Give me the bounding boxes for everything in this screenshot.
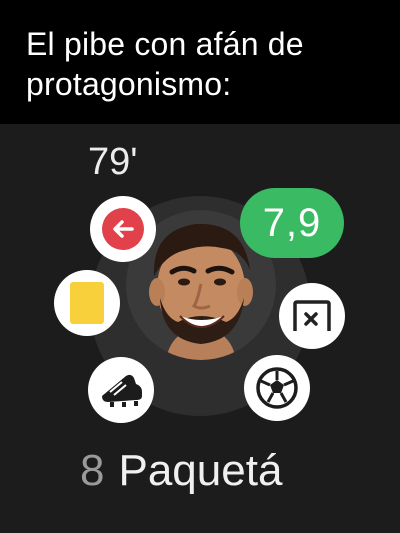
substitution-minute: 79' — [88, 141, 138, 183]
substitution-badge — [90, 196, 156, 262]
yellow-card-icon — [70, 282, 104, 324]
meme-caption: El pibe con afán de protagonismo: — [26, 26, 304, 102]
player-label: 8 Paquetá — [80, 446, 282, 496]
football-icon — [256, 367, 298, 409]
meme-caption-bar: El pibe con afán de protagonismo: — [0, 0, 400, 124]
save-icon — [293, 300, 331, 331]
yellow-card-badge — [54, 270, 120, 336]
player-rating-badge: 7,9 — [240, 188, 344, 258]
goal-involvement-badge — [244, 355, 310, 421]
save-badge — [279, 283, 345, 349]
player-name: Paquetá — [118, 446, 283, 495]
shirt-number: 8 — [80, 446, 105, 495]
substitution-off-icon — [102, 208, 144, 250]
boot-badge — [88, 357, 154, 423]
boot-icon — [102, 374, 142, 407]
